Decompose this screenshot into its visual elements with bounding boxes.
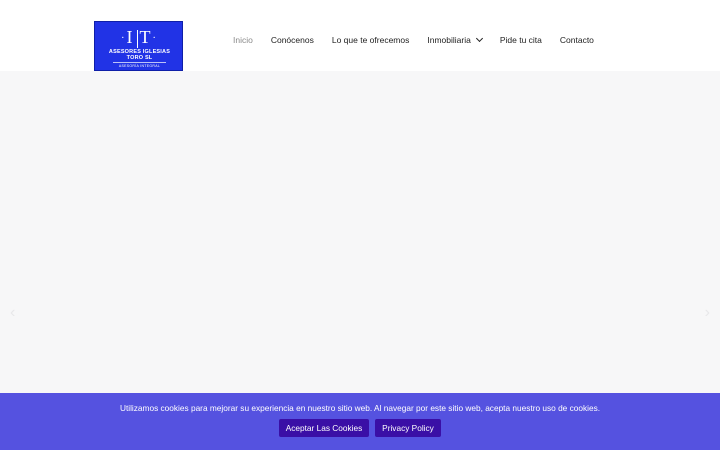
logo-mark: ·I T· xyxy=(121,27,158,48)
chevron-down-icon[interactable] xyxy=(475,34,483,42)
logo-company-name: ASESORES IGLESIAS TORO SL xyxy=(108,49,171,61)
nav-item-inicio[interactable]: Inicio xyxy=(233,33,253,47)
nav-item-conocenos[interactable]: Conócenos xyxy=(271,33,314,47)
chevron-left-icon[interactable]: ‹ xyxy=(10,305,15,321)
logo-divider xyxy=(113,62,166,63)
nav-item-pide-tu-cita[interactable]: Pide tu cita xyxy=(500,33,542,47)
nav-item-lo-que-te-ofrecemos[interactable]: Lo que te ofrecemos xyxy=(332,33,410,47)
privacy-policy-button[interactable]: Privacy Policy xyxy=(375,419,441,437)
site-header: ·I T· ASESORES IGLESIAS TORO SL ASESORÍA … xyxy=(0,0,720,71)
hero-slider: ‹ › xyxy=(0,71,720,393)
cookie-consent-bar: Utilizamos cookies para mejorar su exper… xyxy=(0,393,720,450)
main-nav: Inicio Conócenos Lo que te ofrecemos Inm… xyxy=(233,33,594,47)
logo-tagline: ASESORÍA INTEGRAL xyxy=(118,64,161,68)
chevron-right-icon[interactable]: › xyxy=(705,305,710,321)
nav-item-contacto[interactable]: Contacto xyxy=(560,33,594,47)
nav-item-inmobiliaria[interactable]: Inmobiliaria xyxy=(427,33,483,47)
accept-cookies-button[interactable]: Aceptar Las Cookies xyxy=(279,419,369,437)
nav-item-inmobiliaria-label: Inmobiliaria xyxy=(427,35,471,45)
cookie-message: Utilizamos cookies para mejorar su exper… xyxy=(119,403,601,413)
site-logo[interactable]: ·I T· ASESORES IGLESIAS TORO SL ASESORÍA … xyxy=(94,21,183,71)
